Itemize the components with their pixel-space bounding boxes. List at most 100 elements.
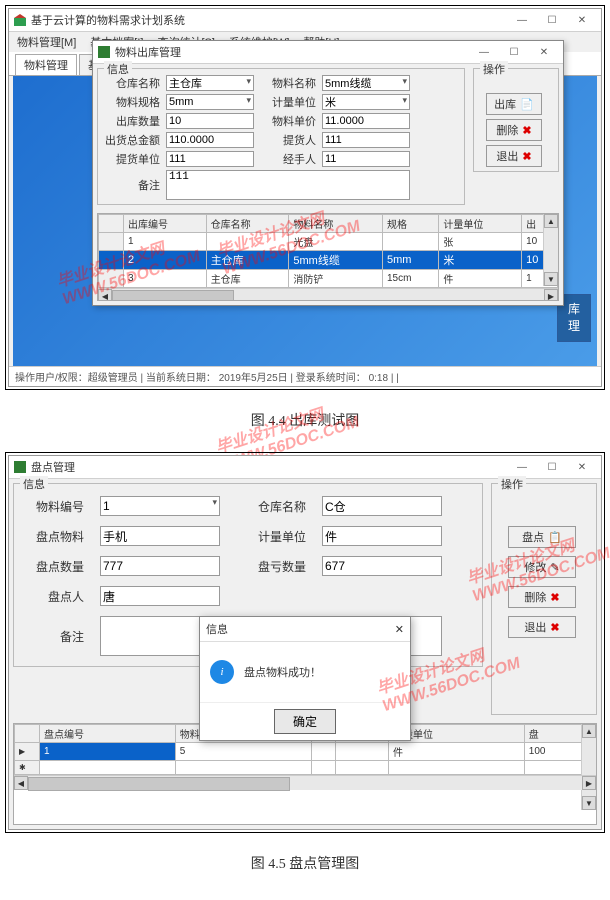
col-header[interactable]: 盘点编号	[40, 725, 176, 743]
exit-icon: ✖	[522, 150, 531, 163]
minimize-button[interactable]: —	[507, 11, 537, 29]
delete-icon: ✖	[522, 124, 531, 137]
dialog-maximize[interactable]: ☐	[537, 458, 567, 476]
material-name-label: 物料名称	[260, 75, 316, 91]
out-icon: 📄	[520, 98, 534, 111]
ops-group: 操作 出库📄 删除✖ 退出✖	[473, 68, 559, 172]
info-group: 信息 仓库名称 物料名称 物料规格 计量单位 出库数量 物料单价	[97, 68, 465, 205]
diff-input[interactable]	[322, 556, 442, 576]
check-button-label: 盘点	[522, 529, 544, 545]
ops-group: 操作 盘点📋 修改✎ 删除✖ 退出✖	[491, 483, 597, 715]
warehouse-name-label: 仓库名称	[104, 75, 160, 91]
hscrollbar[interactable]: ◀▶	[98, 288, 558, 301]
delete-icon: ✖	[550, 591, 559, 604]
unit-price-label: 物料单价	[260, 113, 316, 129]
handler-input[interactable]	[322, 151, 410, 167]
info-legend: 信息	[104, 61, 132, 77]
col-header[interactable]: 物料名称	[289, 215, 383, 233]
table-row[interactable]: 2主仓库5mm线缆5mm米10	[99, 251, 558, 270]
table-row[interactable]: 3主仓库消防铲15cm件1	[99, 270, 558, 288]
whname-input[interactable]	[322, 496, 442, 516]
out-button-label: 出库	[494, 96, 516, 112]
vscrollbar[interactable]: ▲▼	[543, 214, 558, 286]
col-header[interactable]	[99, 215, 124, 233]
exit-button[interactable]: 退出 ✖	[508, 616, 576, 638]
remark-input[interactable]: 111	[166, 170, 410, 200]
dialog-close[interactable]: ✕	[567, 458, 597, 476]
handler-label: 经手人	[260, 151, 316, 167]
remark-label: 备注	[24, 628, 84, 645]
matno-select[interactable]	[100, 496, 220, 516]
tab-material[interactable]: 物料管理	[15, 54, 77, 75]
dialog-close[interactable]: ✕	[529, 43, 559, 61]
receiver-label: 提货人	[260, 132, 316, 148]
maximize-button[interactable]: ☐	[537, 11, 567, 29]
close-button[interactable]: ✕	[567, 11, 597, 29]
matno-label: 物料编号	[24, 498, 84, 515]
table-row[interactable]	[15, 761, 596, 775]
col-header[interactable]: 计量单位	[439, 215, 522, 233]
person-label: 盘点人	[24, 588, 84, 605]
edit-button[interactable]: 修改✎	[508, 556, 576, 578]
msg-title: 信息	[206, 621, 228, 637]
ops-legend: 操作	[480, 61, 508, 77]
msg-ok-button[interactable]: 确定	[274, 709, 336, 734]
dialog-maximize[interactable]: ☐	[499, 43, 529, 61]
dialog-title: 物料出库管理	[115, 44, 469, 60]
hscrollbar[interactable]: ◀▶	[14, 775, 596, 790]
table-row[interactable]: 15件100	[15, 743, 596, 761]
ops-legend: 操作	[498, 476, 526, 492]
material-name-select[interactable]	[322, 75, 410, 91]
total-input[interactable]	[166, 132, 254, 148]
unit-input[interactable]	[322, 526, 442, 546]
out-table: 出库编号仓库名称物料名称规格计量单位出 1光盘张102主仓库5mm线缆5mm米1…	[97, 213, 559, 301]
vscrollbar[interactable]: ▲▼	[581, 724, 596, 810]
spec-select[interactable]	[166, 94, 254, 110]
remark-label: 备注	[104, 177, 160, 193]
dialog-minimize[interactable]: —	[507, 458, 537, 476]
matname-label: 盘点物料	[24, 528, 84, 545]
receiver-unit-input[interactable]	[166, 151, 254, 167]
exit-button-label: 退出	[524, 619, 546, 635]
check-icon: 📋	[548, 531, 562, 544]
figure-caption-2: 图 4.5 盘点管理图	[5, 853, 605, 873]
check-button[interactable]: 盘点 📋	[508, 526, 576, 548]
info-legend: 信息	[20, 476, 48, 492]
status-bar: 操作用户/权限：超级管理员 | 当前系统日期： 2019年5月25日 | 登录系…	[9, 366, 601, 386]
exit-icon: ✖	[550, 621, 559, 634]
delete-button-label: 删除	[496, 122, 518, 138]
out-button[interactable]: 出库 📄	[486, 93, 542, 115]
delete-button[interactable]: 删除 ✖	[486, 119, 542, 141]
receiver-input[interactable]	[322, 132, 410, 148]
exit-button[interactable]: 退出 ✖	[486, 145, 542, 167]
edit-button-label: 修改	[524, 559, 546, 575]
col-header[interactable]	[15, 725, 40, 743]
matname-input[interactable]	[100, 526, 220, 546]
qty-input[interactable]	[100, 556, 220, 576]
spec-label: 物料规格	[104, 94, 160, 110]
dialog-icon	[13, 460, 27, 474]
unit-price-input[interactable]	[322, 113, 410, 129]
delete-button[interactable]: 删除 ✖	[508, 586, 576, 608]
info-icon: i	[210, 660, 234, 684]
qty-label: 盘点数量	[24, 558, 84, 575]
dialog-minimize[interactable]: —	[469, 43, 499, 61]
main-title: 基于云计算的物料需求计划系统	[31, 12, 507, 28]
menu-item[interactable]: 物料管理[M]	[17, 34, 76, 50]
msg-close-icon[interactable]: ✕	[395, 623, 404, 636]
col-header[interactable]: 规格	[382, 215, 438, 233]
total-label: 出货总金额	[104, 132, 160, 148]
outbound-dialog: 物料出库管理 — ☐ ✕ 信息 仓库名称 物料名称 物料规格	[92, 40, 564, 306]
unit-select[interactable]	[322, 94, 410, 110]
person-input[interactable]	[100, 586, 220, 606]
msg-text: 盘点物料成功！	[244, 664, 321, 680]
col-header[interactable]: 仓库名称	[206, 215, 289, 233]
whname-label: 仓库名称	[236, 498, 306, 515]
table-row[interactable]: 1光盘张10	[99, 233, 558, 251]
exit-button-label: 退出	[496, 148, 518, 164]
warehouse-name-select[interactable]	[166, 75, 254, 91]
col-header[interactable]: 出库编号	[124, 215, 207, 233]
out-qty-input[interactable]	[166, 113, 254, 129]
delete-button-label: 删除	[524, 589, 546, 605]
dialog-title: 盘点管理	[31, 459, 507, 475]
